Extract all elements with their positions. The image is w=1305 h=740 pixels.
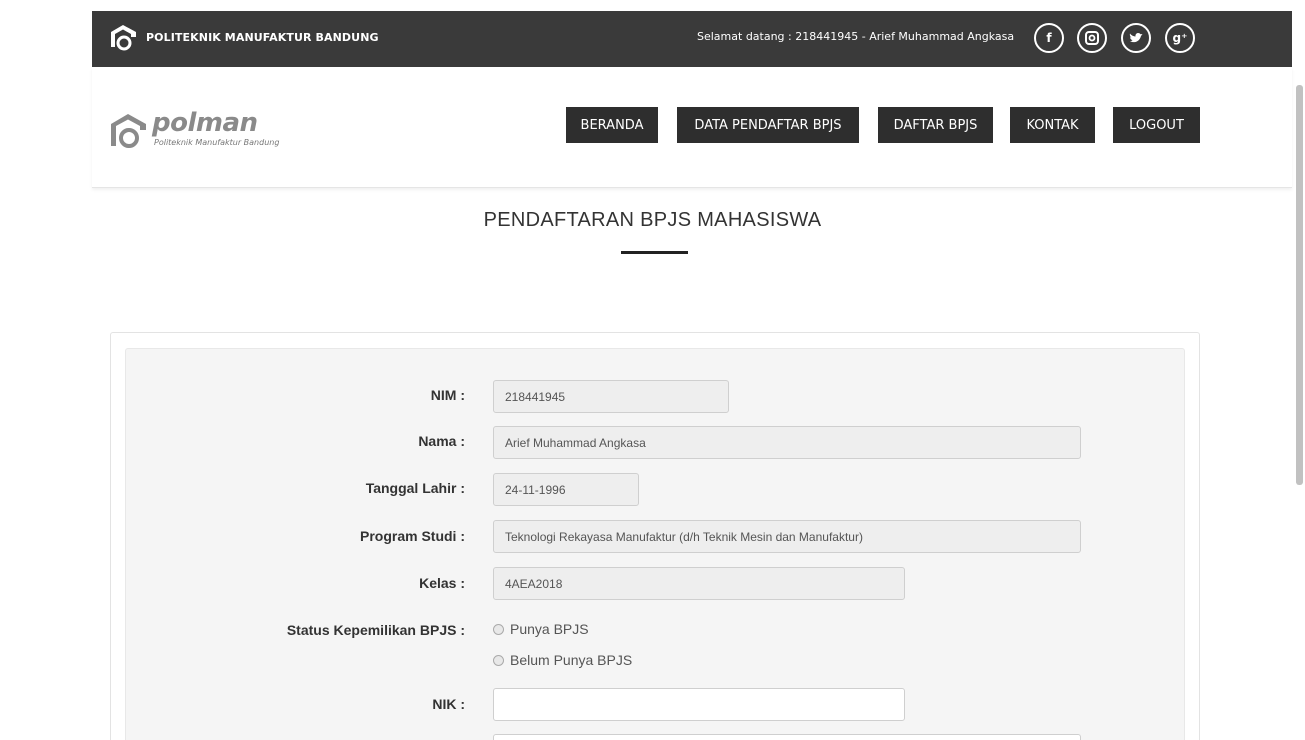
nim-label: NIM : [430,387,465,403]
nama-label: Nama : [418,433,465,449]
google-plus-icon[interactable]: g⁺ [1165,23,1195,53]
program-studi-label: Program Studi : [359,528,465,544]
title-divider [621,251,688,254]
nik-input[interactable] [493,688,905,721]
nav-kontak[interactable]: KONTAK [1010,107,1095,143]
radio-belum-punya-bpjs[interactable]: Belum Punya BPJS [493,652,632,668]
radio-label: Punya BPJS [510,621,589,637]
kelas-label: Kelas : [419,575,465,591]
facebook-icon[interactable]: f [1034,23,1064,53]
instagram-icon[interactable] [1077,23,1107,53]
nav-beranda[interactable]: BERANDA [566,107,658,143]
kelas-field: 4AEA2018 [493,567,905,600]
brand-name: POLITEKNIK MANUFAKTUR BANDUNG [146,31,379,44]
twitter-icon[interactable] [1121,23,1151,53]
status-bpjs-label: Status Kepemilikan BPJS : [286,622,465,638]
nav-data-pendaftar-bpjs[interactable]: DATA PENDAFTAR BPJS [677,107,859,143]
page-scrollbar[interactable] [1296,85,1303,485]
welcome-text: Selamat datang : 218441945 - Arief Muham… [697,30,1015,43]
nav-logout[interactable]: LOGOUT [1113,107,1200,143]
polman-subtitle: Politeknik Manufaktur Bandung [154,138,280,147]
program-studi-field: Teknologi Rekayasa Manufaktur (d/h Tekni… [493,520,1081,553]
radio-button[interactable] [493,623,504,635]
polman-logo-icon[interactable] [106,112,150,152]
radio-label: Belum Punya BPJS [510,652,633,668]
nim-field: 218441945 [493,380,729,413]
nama-field: Arief Muhammad Angkasa [493,426,1081,459]
page-title: PENDAFTARAN BPJS MAHASISWA [483,209,822,231]
tanggal-lahir-label: Tanggal Lahir : [365,480,465,496]
nik-label: NIK : [432,696,465,712]
radio-punya-bpjs[interactable]: Punya BPJS [493,621,589,637]
polman-wordmark[interactable]: polman [152,108,258,138]
radio-button[interactable] [493,654,504,666]
polman-logo-icon [111,25,136,51]
next-field-partial[interactable] [493,734,1081,740]
tanggal-lahir-field: 24-11-1996 [493,473,639,506]
nav-daftar-bpjs[interactable]: DAFTAR BPJS [878,107,993,143]
